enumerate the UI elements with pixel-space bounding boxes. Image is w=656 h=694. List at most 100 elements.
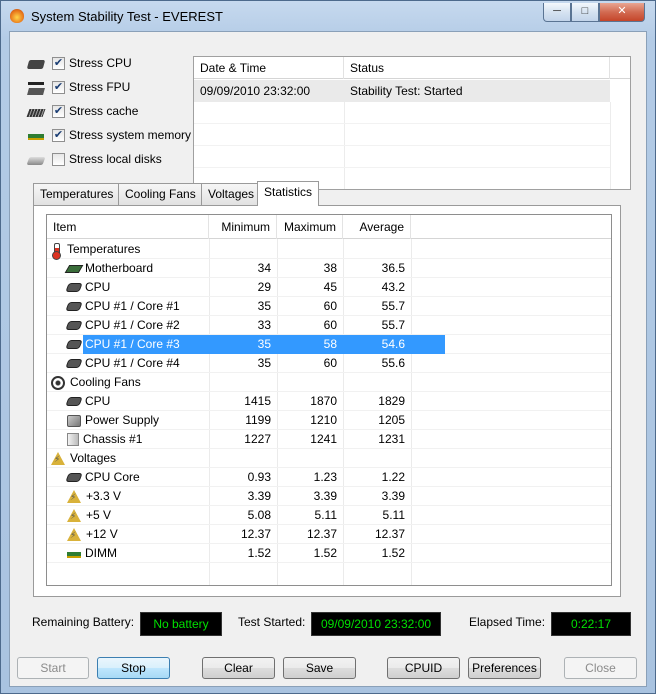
row-avg: 1.22 (381, 470, 405, 484)
voltage-icon (67, 489, 82, 504)
disk-icon (26, 156, 46, 165)
row-avg: 55.7 (381, 299, 405, 313)
row-min: 33 (257, 318, 271, 332)
stress-option[interactable]: ✔ Stress system memory (28, 125, 191, 145)
table-row[interactable]: CPU Core 0.93 1.23 1.22 (47, 468, 611, 487)
cache-icon (26, 108, 46, 117)
cpuid-button[interactable]: CPUID (387, 657, 460, 679)
row-max: 3.39 (313, 489, 337, 503)
stress-option[interactable]: Stress local disks (26, 149, 162, 169)
table-row[interactable]: Motherboard 34 38 36.5 (47, 259, 611, 278)
tab-temperatures[interactable]: Temperatures (33, 183, 121, 205)
table-row[interactable]: CPU 29 45 43.2 (47, 278, 611, 297)
cpu-chip-icon (65, 340, 83, 349)
row-min: 1227 (244, 432, 271, 446)
stress-option[interactable]: ✔ Stress FPU (28, 77, 130, 97)
row-min: 34 (257, 261, 271, 275)
row-max: 1210 (310, 413, 337, 427)
stress-checkbox[interactable]: ✔ (52, 80, 65, 94)
group-row[interactable]: Cooling Fans (47, 373, 611, 392)
table-row[interactable]: +3.3 V 3.39 3.39 3.39 (47, 487, 611, 506)
close-window-button[interactable]: ✕ (599, 3, 645, 22)
clear-button[interactable]: Clear (202, 657, 275, 679)
stop-button[interactable]: Stop (97, 657, 170, 679)
dimm-icon (67, 552, 81, 558)
col-item[interactable]: Item (47, 215, 209, 239)
log-datetime: 09/09/2010 23:32:00 (200, 84, 311, 98)
table-row[interactable]: Chassis #1 1227 1241 1231 (47, 430, 611, 449)
row-label: CPU #1 / Core #3 (85, 337, 180, 351)
table-row[interactable]: CPU #1 / Core #3 35 58 54.6 (47, 335, 611, 354)
table-row[interactable]: Power Supply 1199 1210 1205 (47, 411, 611, 430)
row-min: 35 (257, 337, 271, 351)
row-min: 29 (257, 280, 271, 294)
row-label: Motherboard (85, 261, 154, 275)
row-label: Voltages (70, 451, 117, 465)
stress-checkbox[interactable]: ✔ (52, 56, 65, 70)
statistics-table[interactable]: Item Minimum Maximum Average Temperature… (46, 214, 612, 586)
table-row[interactable]: CPU #1 / Core #2 33 60 55.7 (47, 316, 611, 335)
row-label: Temperatures (67, 242, 141, 256)
fpu-icon (28, 82, 44, 92)
table-row[interactable]: CPU 1415 1870 1829 (47, 392, 611, 411)
stress-checkbox[interactable] (52, 152, 65, 166)
row-label: +5 V (86, 508, 112, 522)
cpu-chip-icon (65, 321, 83, 330)
stress-option-label[interactable]: Stress system memory (69, 128, 191, 142)
row-label: Cooling Fans (70, 375, 141, 389)
cpu-chip-icon (65, 302, 83, 311)
tab-statistics[interactable]: Statistics (257, 181, 320, 206)
row-label: Chassis #1 (83, 432, 143, 446)
start-button[interactable]: Start (17, 657, 89, 679)
row-item: Voltages (51, 449, 209, 468)
table-row[interactable]: CPU #1 / Core #4 35 60 55.6 (47, 354, 611, 373)
row-avg: 5.11 (382, 508, 405, 522)
tab-cooling-fans[interactable]: Cooling Fans (118, 183, 203, 205)
maximize-button[interactable]: □ (571, 3, 599, 22)
table-row[interactable]: +12 V 12.37 12.37 12.37 (47, 525, 611, 544)
stress-option-label[interactable]: Stress FPU (69, 80, 130, 94)
stress-option-label[interactable]: Stress local disks (69, 152, 162, 166)
cpu-chip-icon (65, 397, 83, 406)
stress-checkbox[interactable]: ✔ (52, 104, 65, 118)
group-row[interactable]: Temperatures (47, 240, 611, 260)
minimize-button[interactable]: ─ (543, 3, 571, 22)
row-max: 60 (323, 299, 337, 313)
table-row[interactable]: CPU #1 / Core #1 35 60 55.7 (47, 297, 611, 316)
row-min: 1.52 (247, 546, 271, 560)
stress-option-label[interactable]: Stress cache (69, 104, 138, 118)
log-col-datetime[interactable]: Date & Time (194, 57, 344, 79)
voltage-icon (51, 451, 66, 466)
row-max: 45 (323, 280, 337, 294)
row-item: CPU Core (65, 468, 209, 487)
chassis-icon (67, 433, 79, 446)
col-maximum[interactable]: Maximum (277, 215, 343, 239)
stress-checkbox[interactable]: ✔ (52, 128, 65, 142)
tab-voltages[interactable]: Voltages (201, 183, 262, 205)
event-log-table[interactable]: Date & Time Status 09/09/2010 23:32:00 S… (193, 56, 631, 190)
table-row[interactable]: DIMM 1.52 1.52 1.52 (47, 544, 611, 563)
row-label: CPU #1 / Core #1 (85, 299, 180, 313)
log-header: Date & Time Status (194, 57, 630, 79)
stress-option[interactable]: ✔ Stress CPU (26, 53, 132, 73)
row-item: DIMM (67, 544, 209, 563)
row-label: CPU (85, 280, 111, 294)
col-minimum[interactable]: Minimum (209, 215, 277, 239)
preferences-button[interactable]: Preferences (468, 657, 541, 679)
table-row[interactable]: +5 V 5.08 5.11 5.11 (47, 506, 611, 525)
row-avg: 1.52 (381, 546, 405, 560)
thermometer-icon (51, 242, 61, 260)
col-average[interactable]: Average (343, 215, 411, 239)
close-button[interactable]: Close (564, 657, 637, 679)
title-bar[interactable]: System Stability Test - EVEREST ─ □ ✕ (1, 1, 655, 31)
row-min: 1199 (245, 413, 271, 427)
row-item: Chassis #1 (67, 430, 209, 449)
row-avg: 55.7 (381, 318, 405, 332)
save-button[interactable]: Save (283, 657, 356, 679)
row-item: +12 V (67, 525, 209, 544)
stress-option[interactable]: ✔ Stress cache (26, 101, 138, 121)
stress-option-label[interactable]: Stress CPU (69, 56, 132, 70)
group-row[interactable]: Voltages (47, 449, 611, 468)
log-row[interactable]: 09/09/2010 23:32:00 Stability Test: Star… (194, 80, 610, 102)
log-col-status[interactable]: Status (344, 57, 610, 79)
